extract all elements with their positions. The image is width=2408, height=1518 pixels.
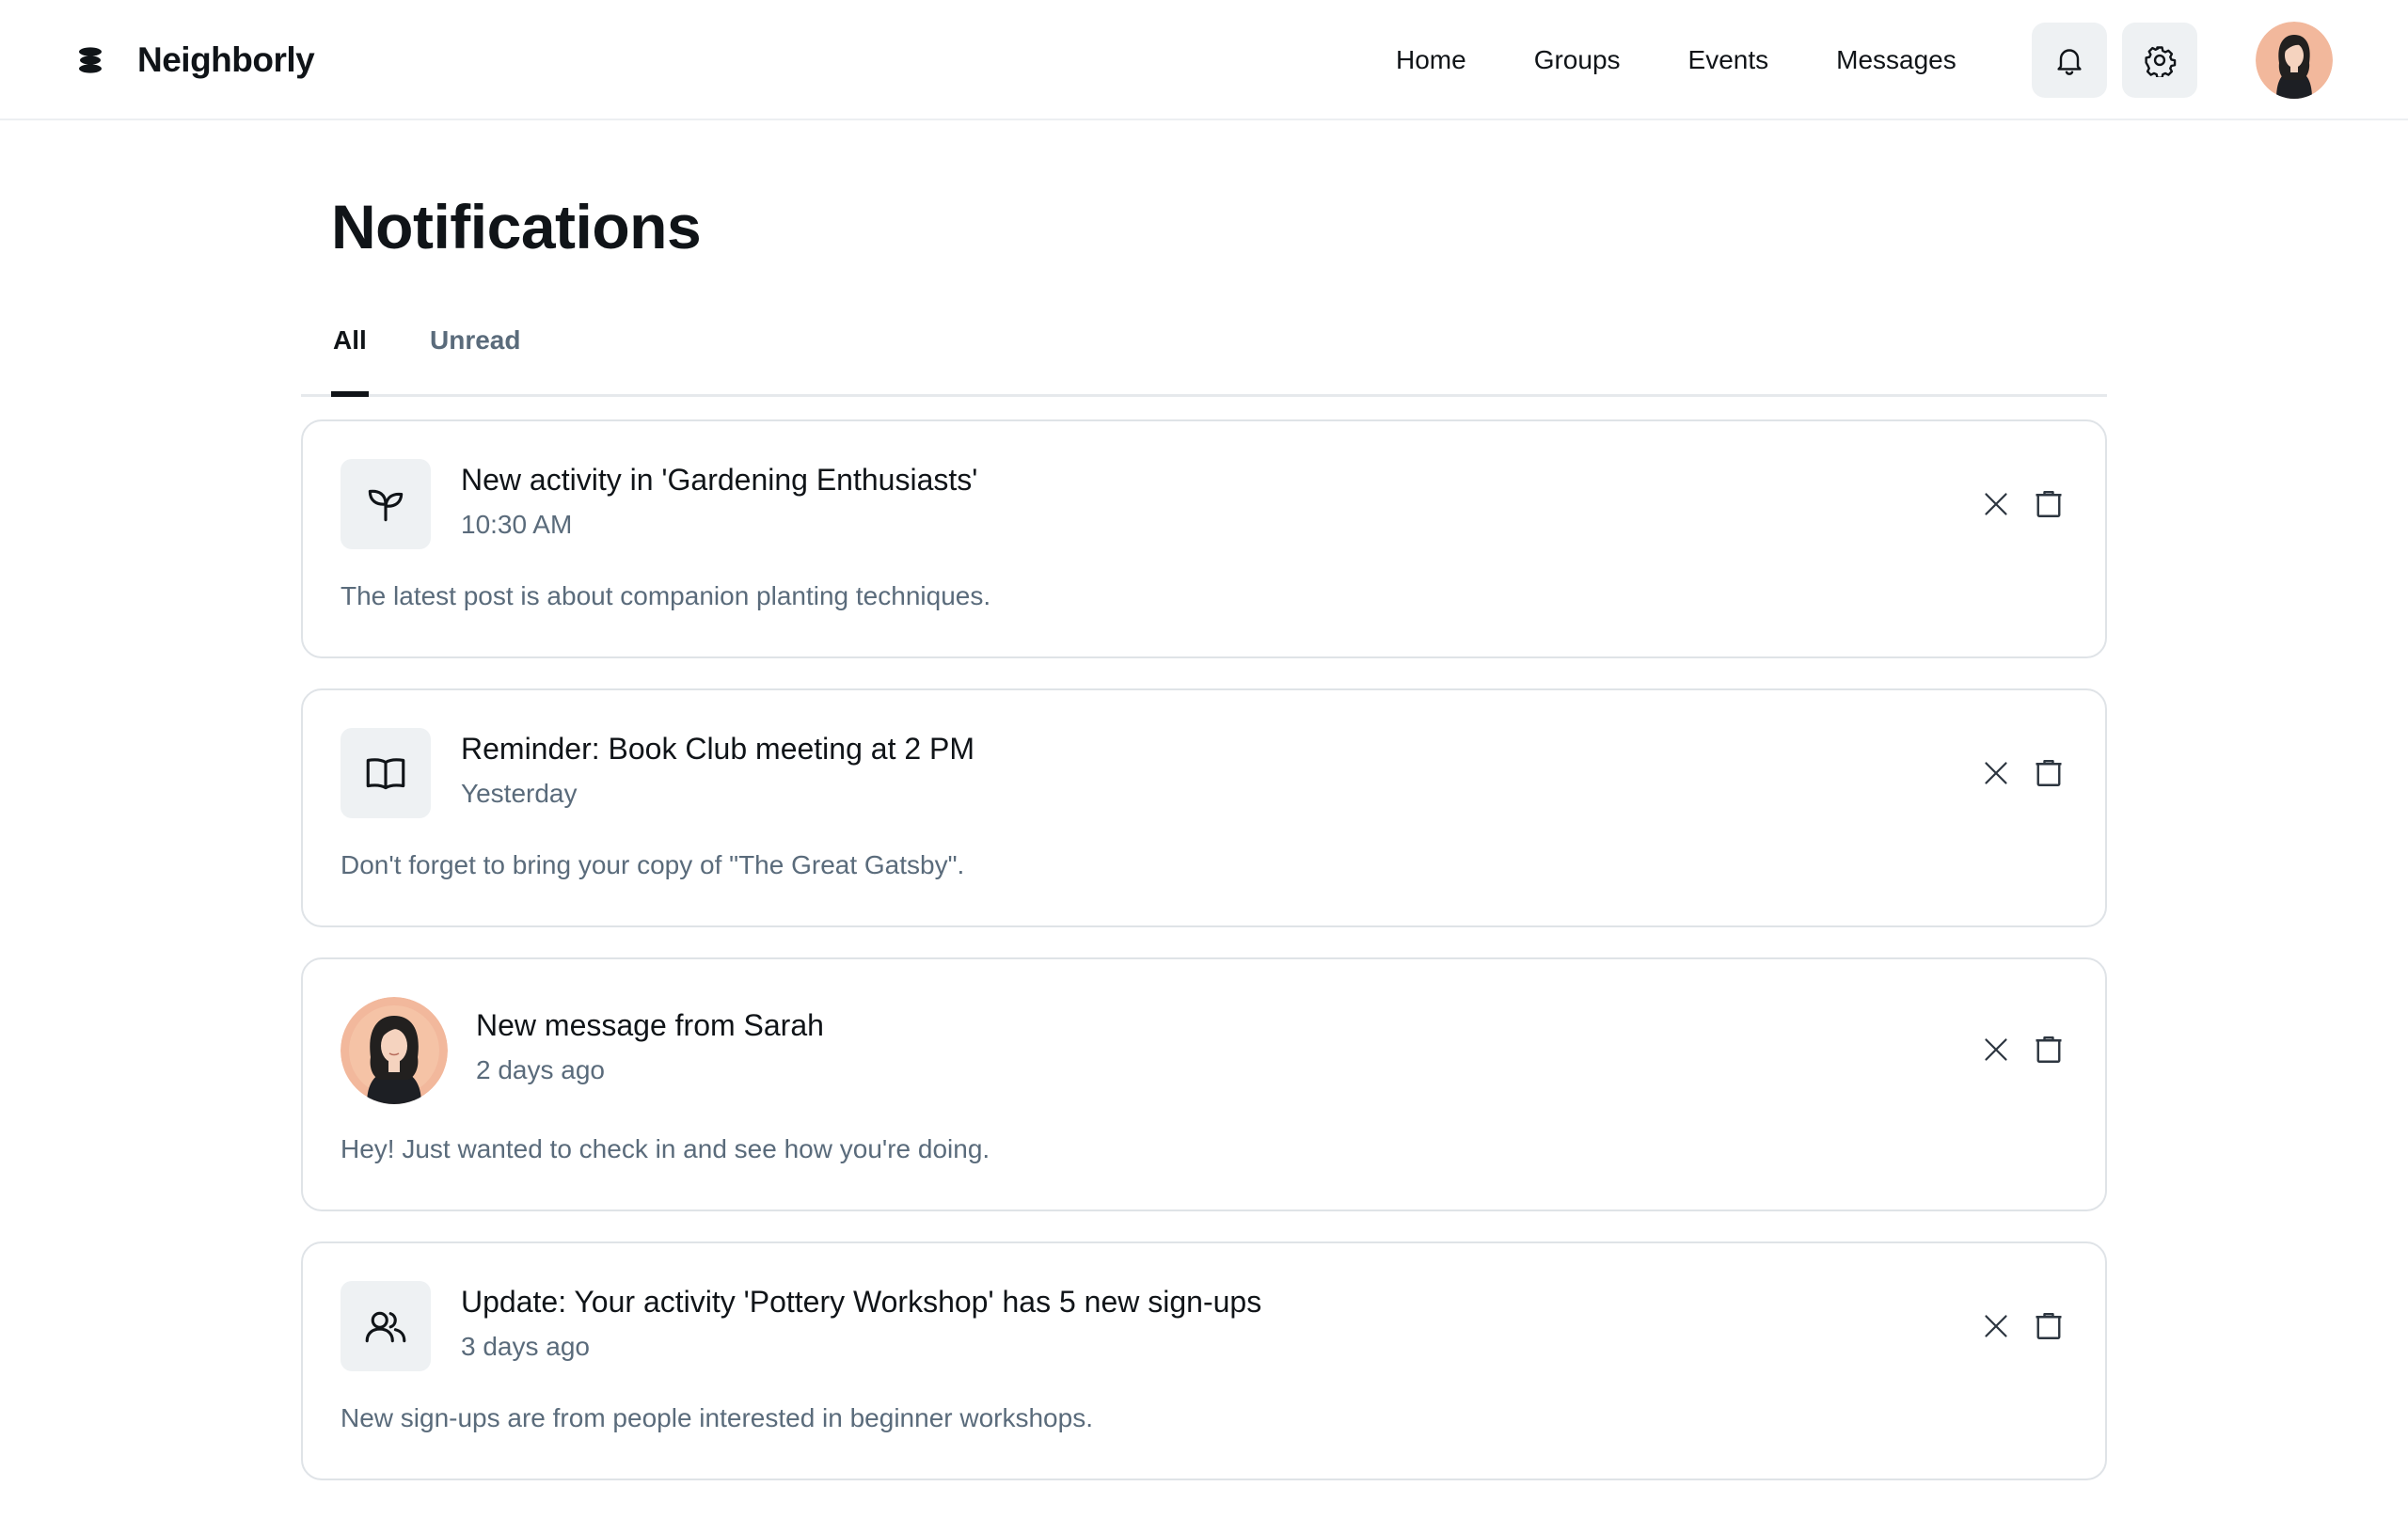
dismiss-button[interactable]	[1975, 1029, 2017, 1070]
page-title: Notifications	[331, 192, 702, 261]
delete-button[interactable]	[2028, 1029, 2069, 1070]
user-avatar[interactable]	[2256, 22, 2333, 99]
nav-groups[interactable]: Groups	[1534, 45, 1621, 75]
notifications-button[interactable]	[2032, 23, 2107, 98]
notification-card[interactable]: New message from Sarah 2 days ago Hey! J…	[301, 957, 2107, 1211]
users-icon	[365, 1311, 406, 1343]
trash-icon	[2036, 1313, 2062, 1339]
notification-icon-box	[341, 459, 431, 549]
avatar-image	[341, 997, 448, 1104]
notification-card[interactable]: Update: Your activity 'Pottery Workshop'…	[301, 1241, 2107, 1480]
close-icon	[1985, 762, 2007, 784]
notification-icon-box	[341, 1281, 431, 1371]
notification-tabs: All Unread	[301, 310, 2107, 397]
tab-unread[interactable]: Unread	[430, 325, 520, 397]
settings-button[interactable]	[2122, 23, 2197, 98]
close-icon	[1985, 1038, 2007, 1061]
notification-card[interactable]: Reminder: Book Club meeting at 2 PM Yest…	[301, 688, 2107, 927]
dismiss-button[interactable]	[1975, 752, 2017, 794]
notification-title: Update: Your activity 'Pottery Workshop'…	[461, 1285, 1262, 1319]
notification-icon-box	[341, 728, 431, 818]
trash-icon	[2036, 491, 2062, 517]
nav-events[interactable]: Events	[1688, 45, 1769, 75]
sprout-icon	[368, 489, 404, 522]
notification-title: Reminder: Book Club meeting at 2 PM	[461, 732, 975, 766]
notification-title: New activity in 'Gardening Enthusiasts'	[461, 463, 978, 497]
close-icon	[1985, 1315, 2007, 1337]
top-navbar: Neighborly Home Groups Events Messages	[0, 0, 2408, 120]
book-icon	[366, 758, 405, 790]
sender-avatar	[341, 997, 448, 1104]
delete-button[interactable]	[2028, 483, 2069, 525]
dismiss-button[interactable]	[1975, 483, 2017, 525]
brand-name: Neighborly	[137, 40, 315, 79]
dismiss-button[interactable]	[1975, 1305, 2017, 1347]
nav-home[interactable]: Home	[1396, 45, 1466, 75]
brand[interactable]: Neighborly	[75, 36, 315, 85]
delete-button[interactable]	[2028, 752, 2069, 794]
nav-messages[interactable]: Messages	[1836, 45, 1956, 75]
notification-time: Yesterday	[461, 779, 578, 808]
notification-body: Don't forget to bring your copy of "The …	[341, 850, 965, 879]
trash-icon	[2036, 760, 2062, 786]
notification-time: 2 days ago	[476, 1055, 605, 1084]
notification-body: Hey! Just wanted to check in and see how…	[341, 1134, 990, 1163]
close-icon	[1985, 493, 2007, 515]
notification-title: New message from Sarah	[476, 1008, 824, 1042]
bell-icon	[2057, 49, 2082, 75]
delete-button[interactable]	[2028, 1305, 2069, 1347]
notification-body: New sign-ups are from people interested …	[341, 1403, 1093, 1432]
main-nav: Home Groups Events Messages	[1396, 38, 1956, 83]
avatar-image	[2256, 22, 2333, 99]
notification-body: The latest post is about companion plant…	[341, 581, 991, 610]
trash-icon	[2036, 1036, 2062, 1063]
logo-icon	[79, 47, 102, 73]
notification-time: 3 days ago	[461, 1332, 590, 1361]
notification-time: 10:30 AM	[461, 510, 573, 539]
notification-card[interactable]: New activity in 'Gardening Enthusiasts' …	[301, 419, 2107, 658]
tab-all[interactable]: All	[331, 325, 369, 397]
gear-icon	[2145, 46, 2177, 77]
